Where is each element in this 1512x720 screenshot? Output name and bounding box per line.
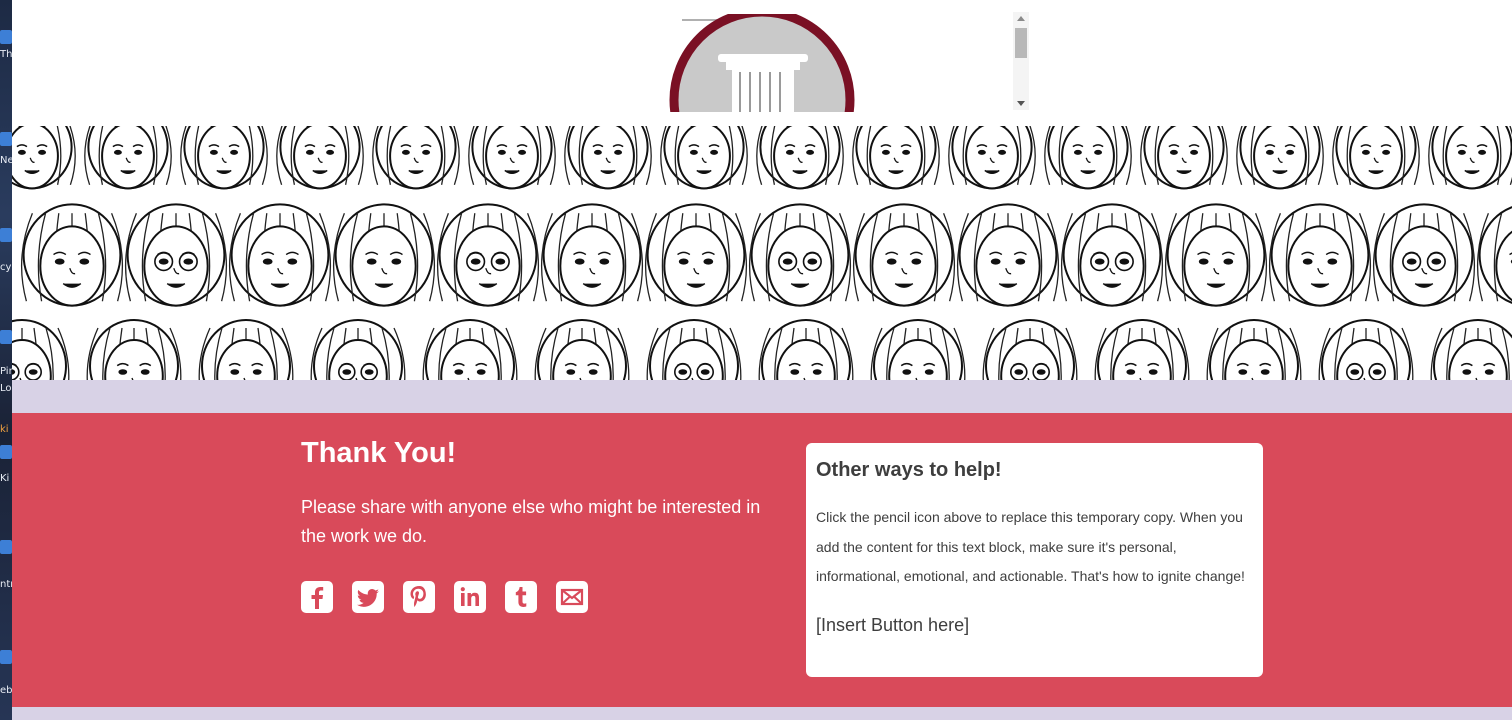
- header-band: [12, 0, 1512, 126]
- desktop-shortcut-icon[interactable]: [0, 30, 12, 44]
- twitter-icon[interactable]: [352, 581, 384, 613]
- thank-you-text: Please share with anyone else who might …: [301, 497, 761, 546]
- desktop-icon-strip: Th Ne cy Pin Lo ki Ki ntr eb: [0, 0, 12, 720]
- desktop-shortcut-icon[interactable]: [0, 445, 12, 459]
- email-icon[interactable]: [556, 581, 588, 613]
- pinterest-icon[interactable]: [403, 581, 435, 613]
- desktop-shortcut-icon[interactable]: [0, 132, 12, 146]
- social-share-row: [301, 581, 588, 615]
- scroll-down-arrow-icon[interactable]: [1017, 101, 1025, 106]
- column-seal-logo: [668, 14, 858, 112]
- desktop-shortcut-icon[interactable]: [0, 540, 12, 554]
- section-divider: [12, 380, 1512, 413]
- desktop-shortcut-icon[interactable]: [0, 650, 12, 664]
- section-divider: [12, 707, 1512, 720]
- scrollbar-thumb[interactable]: [1015, 28, 1027, 58]
- desktop-shortcut-label: Th: [0, 49, 12, 60]
- email-preview-page: Thank You! Please share with anyone else…: [12, 0, 1512, 720]
- desktop-shortcut-label: cy: [0, 262, 12, 273]
- desktop-shortcut-label: Ne: [0, 155, 12, 166]
- facebook-icon[interactable]: [301, 581, 333, 613]
- desktop-shortcut-label: Ki: [0, 473, 10, 484]
- desktop-shortcut-label: Lo: [0, 383, 12, 394]
- women-faces-banner-image: [12, 126, 1512, 380]
- card-title: Other ways to help!: [816, 459, 1002, 481]
- other-ways-card: Other ways to help! Click the pencil ico…: [806, 443, 1263, 677]
- desktop-shortcut-icon[interactable]: [0, 330, 12, 344]
- thank-you-section: Thank You! Please share with anyone else…: [12, 413, 1512, 707]
- insert-button-placeholder[interactable]: [Insert Button here]: [816, 615, 969, 636]
- desktop-shortcut-label: eb: [0, 685, 12, 696]
- card-body-text[interactable]: Click the pencil icon above to replace t…: [816, 503, 1256, 592]
- scroll-up-arrow-icon[interactable]: [1017, 16, 1025, 21]
- desktop-shortcut-label: Pin: [0, 366, 12, 377]
- thank-you-title: Thank You!: [301, 437, 457, 469]
- preview-scrollbar[interactable]: [1013, 12, 1029, 110]
- desktop-shortcut-icon[interactable]: [0, 228, 12, 242]
- desktop-shortcut-label: ntr: [0, 579, 12, 590]
- tumblr-icon[interactable]: [505, 581, 537, 613]
- linkedin-icon[interactable]: [454, 581, 486, 613]
- desktop-shortcut-label: ki: [0, 424, 9, 435]
